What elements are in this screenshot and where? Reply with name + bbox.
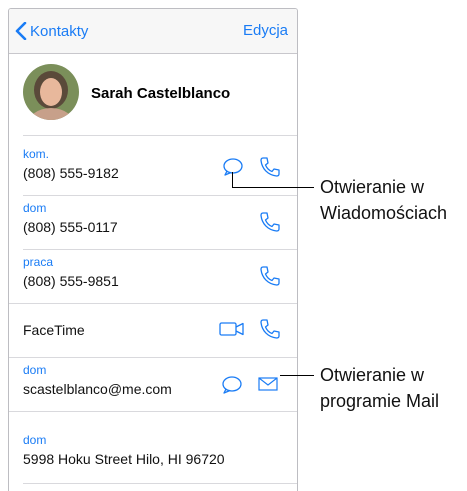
email-address: scastelblanco@me.com — [23, 381, 172, 397]
callout-messages-line1: Otwieranie w — [320, 177, 425, 197]
phone-label: kom. — [23, 147, 50, 161]
avatar[interactable] — [23, 64, 79, 120]
email-row[interactable]: dom scastelblanco@me.com — [9, 359, 297, 411]
phone-label: dom — [23, 201, 47, 215]
callout-messages-line2: Wiadomościach — [320, 203, 448, 223]
divider — [9, 411, 297, 412]
phone-number: (808) 555-9182 — [23, 165, 119, 181]
phone-row-home[interactable]: dom (808) 555-0117 — [9, 197, 297, 247]
phone-icon[interactable] — [259, 156, 281, 178]
contact-detail-screen: Kontakty Edycja Sarah Castelblanco kom. … — [8, 8, 298, 491]
phone-icon[interactable] — [259, 211, 281, 233]
back-button-label: Kontakty — [30, 22, 89, 40]
phone-row-work[interactable]: praca (808) 555-9851 — [9, 251, 297, 301]
navigation-bar: Kontakty Edycja — [9, 9, 297, 54]
message-icon[interactable] — [221, 375, 243, 395]
callout-leader-messages — [232, 172, 233, 188]
callout-mail: Otwieranie w programie Mail — [320, 362, 439, 414]
divider — [23, 483, 297, 484]
chevron-left-icon — [15, 22, 27, 40]
address-value: 5998 Hoku Street Hilo, HI 96720 — [23, 451, 225, 467]
divider — [23, 195, 297, 196]
callout-messages: Otwieranie w Wiadomościach — [320, 174, 447, 226]
phone-icon[interactable] — [259, 318, 281, 340]
phone-number: (808) 555-0117 — [23, 219, 118, 235]
mail-icon[interactable] — [258, 377, 278, 391]
phone-row-mobile[interactable]: kom. (808) 555-9182 — [9, 143, 297, 193]
contact-name: Sarah Castelblanco — [91, 85, 231, 102]
facetime-label: FaceTime — [23, 322, 85, 338]
contact-header: Sarah Castelblanco — [9, 54, 297, 134]
video-icon[interactable] — [219, 321, 245, 337]
divider — [9, 357, 297, 358]
address-label: dom — [23, 433, 47, 447]
facetime-row[interactable]: FaceTime — [9, 304, 297, 356]
callout-leader-messages — [232, 187, 314, 188]
phone-label: praca — [23, 255, 54, 269]
phone-icon[interactable] — [259, 265, 281, 287]
divider — [23, 135, 297, 136]
email-label: dom — [23, 363, 47, 377]
callout-mail-line2: programie Mail — [320, 391, 440, 411]
divider — [23, 249, 297, 250]
address-row[interactable]: dom 5998 Hoku Street Hilo, HI 96720 — [9, 429, 297, 481]
callout-leader-mail — [280, 375, 314, 376]
edit-button[interactable]: Edycja — [243, 22, 288, 39]
callout-mail-line1: Otwieranie w — [320, 365, 425, 385]
message-icon[interactable] — [222, 157, 244, 177]
back-button[interactable]: Kontakty — [15, 21, 88, 41]
phone-number: (808) 555-9851 — [23, 273, 119, 289]
